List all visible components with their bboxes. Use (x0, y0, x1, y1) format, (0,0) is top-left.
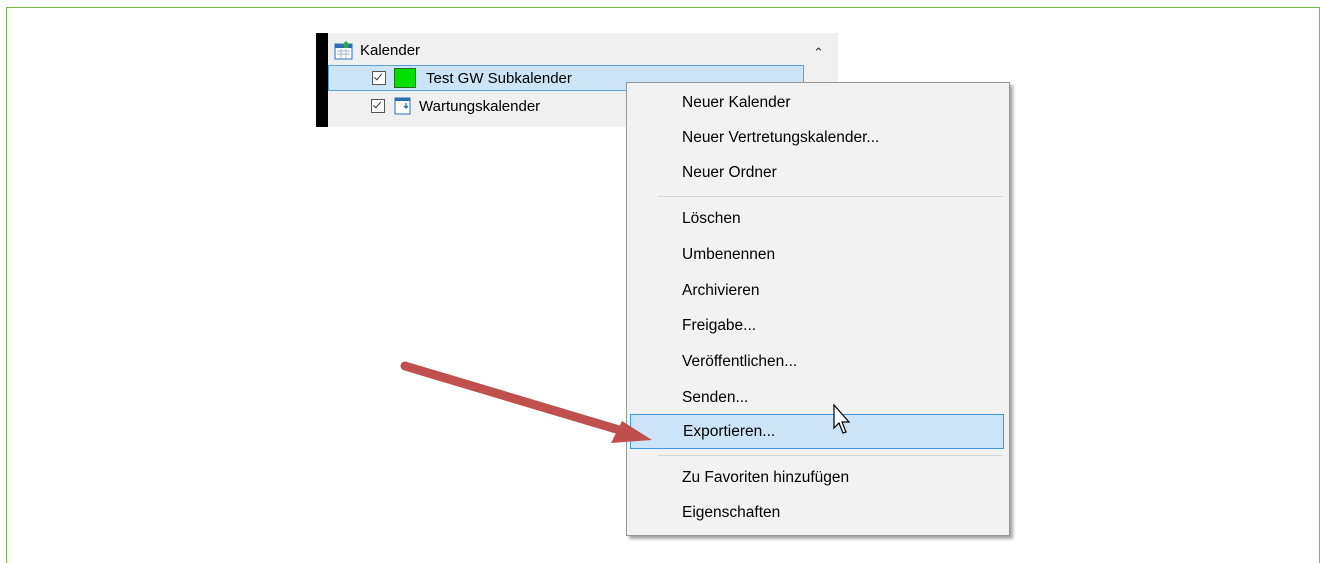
mouse-cursor-icon (833, 404, 851, 434)
arrow-head (611, 421, 652, 443)
annotation-arrow (400, 361, 652, 443)
